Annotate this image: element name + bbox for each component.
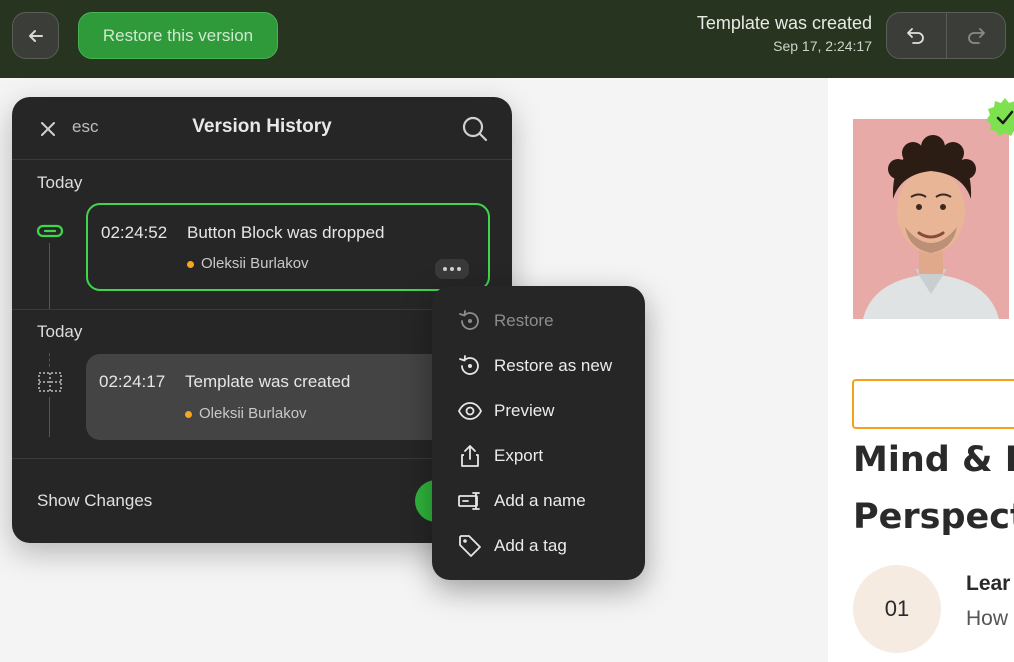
- back-button[interactable]: [12, 12, 59, 59]
- version-time: 02:24:17: [99, 372, 166, 391]
- template-heading: Mind & Le Perspectiv: [853, 440, 1014, 537]
- step-subtitle: How: [966, 607, 1009, 630]
- current-version-time: Sep 17, 2:24:17: [773, 38, 872, 54]
- version-label: Template was created: [185, 372, 351, 391]
- timeline-connector: [49, 243, 50, 309]
- verified-badge-icon: [984, 96, 1014, 138]
- panel-title: Version History: [192, 116, 332, 137]
- group-label: Today: [37, 173, 83, 192]
- redo-icon: [967, 27, 985, 44]
- version-label: Button Block was dropped: [187, 223, 385, 242]
- version-entry[interactable]: 02:24:17 Template was created Oleksii Bu…: [86, 354, 490, 440]
- selected-block-outline[interactable]: [852, 379, 1014, 429]
- eye-icon: [456, 397, 484, 425]
- menu-item-restore-as-new[interactable]: Restore as new: [456, 351, 636, 381]
- version-entry[interactable]: 02:24:52 Button Block was dropped Oleksi…: [86, 203, 490, 291]
- menu-item-add-name[interactable]: Add a name: [456, 486, 636, 516]
- menu-item-export[interactable]: Export: [456, 441, 636, 471]
- version-author: Oleksii Burlakov: [185, 405, 307, 422]
- redo-button[interactable]: [945, 13, 1006, 58]
- current-version-info: Template was created Sep 17, 2:24:17: [697, 12, 872, 56]
- timeline-connector: [49, 397, 50, 437]
- undo-icon: [907, 27, 925, 44]
- portrait-image: [853, 119, 1009, 319]
- menu-item-restore[interactable]: Restore: [456, 306, 636, 336]
- step-title: Lear: [966, 572, 1011, 595]
- version-author: Oleksii Burlakov: [187, 255, 309, 272]
- top-bar: Restore this version Template was create…: [0, 0, 1014, 78]
- more-options-button[interactable]: [435, 259, 469, 279]
- current-version-title: Template was created: [696, 13, 872, 33]
- undo-button[interactable]: [887, 13, 946, 58]
- version-options-menu: Restore Restore as new Preview Export Ad…: [432, 286, 645, 580]
- group-label: Today: [37, 322, 83, 341]
- menu-item-preview[interactable]: Preview: [456, 396, 636, 426]
- rename-icon: [456, 487, 484, 515]
- undo-redo-group: [886, 12, 1006, 59]
- tag-icon: [456, 532, 484, 560]
- show-changes-label: Show Changes: [37, 491, 153, 510]
- template-grid-icon: [38, 372, 62, 392]
- author-dot: [185, 411, 192, 418]
- step-number-badge: 01: [853, 565, 941, 653]
- panel-header: esc Version History: [12, 97, 512, 160]
- restore-version-button[interactable]: Restore this version: [78, 12, 278, 59]
- timeline-connector: [49, 353, 50, 367]
- export-icon: [456, 442, 484, 470]
- menu-item-add-tag[interactable]: Add a tag: [456, 531, 636, 561]
- restore-new-icon: [456, 352, 484, 380]
- restore-icon: [456, 307, 484, 335]
- link-icon: [36, 224, 64, 238]
- version-time: 02:24:52: [101, 223, 168, 242]
- arrow-left-icon: [28, 29, 43, 42]
- author-dot: [187, 261, 194, 268]
- search-icon[interactable]: [461, 115, 489, 143]
